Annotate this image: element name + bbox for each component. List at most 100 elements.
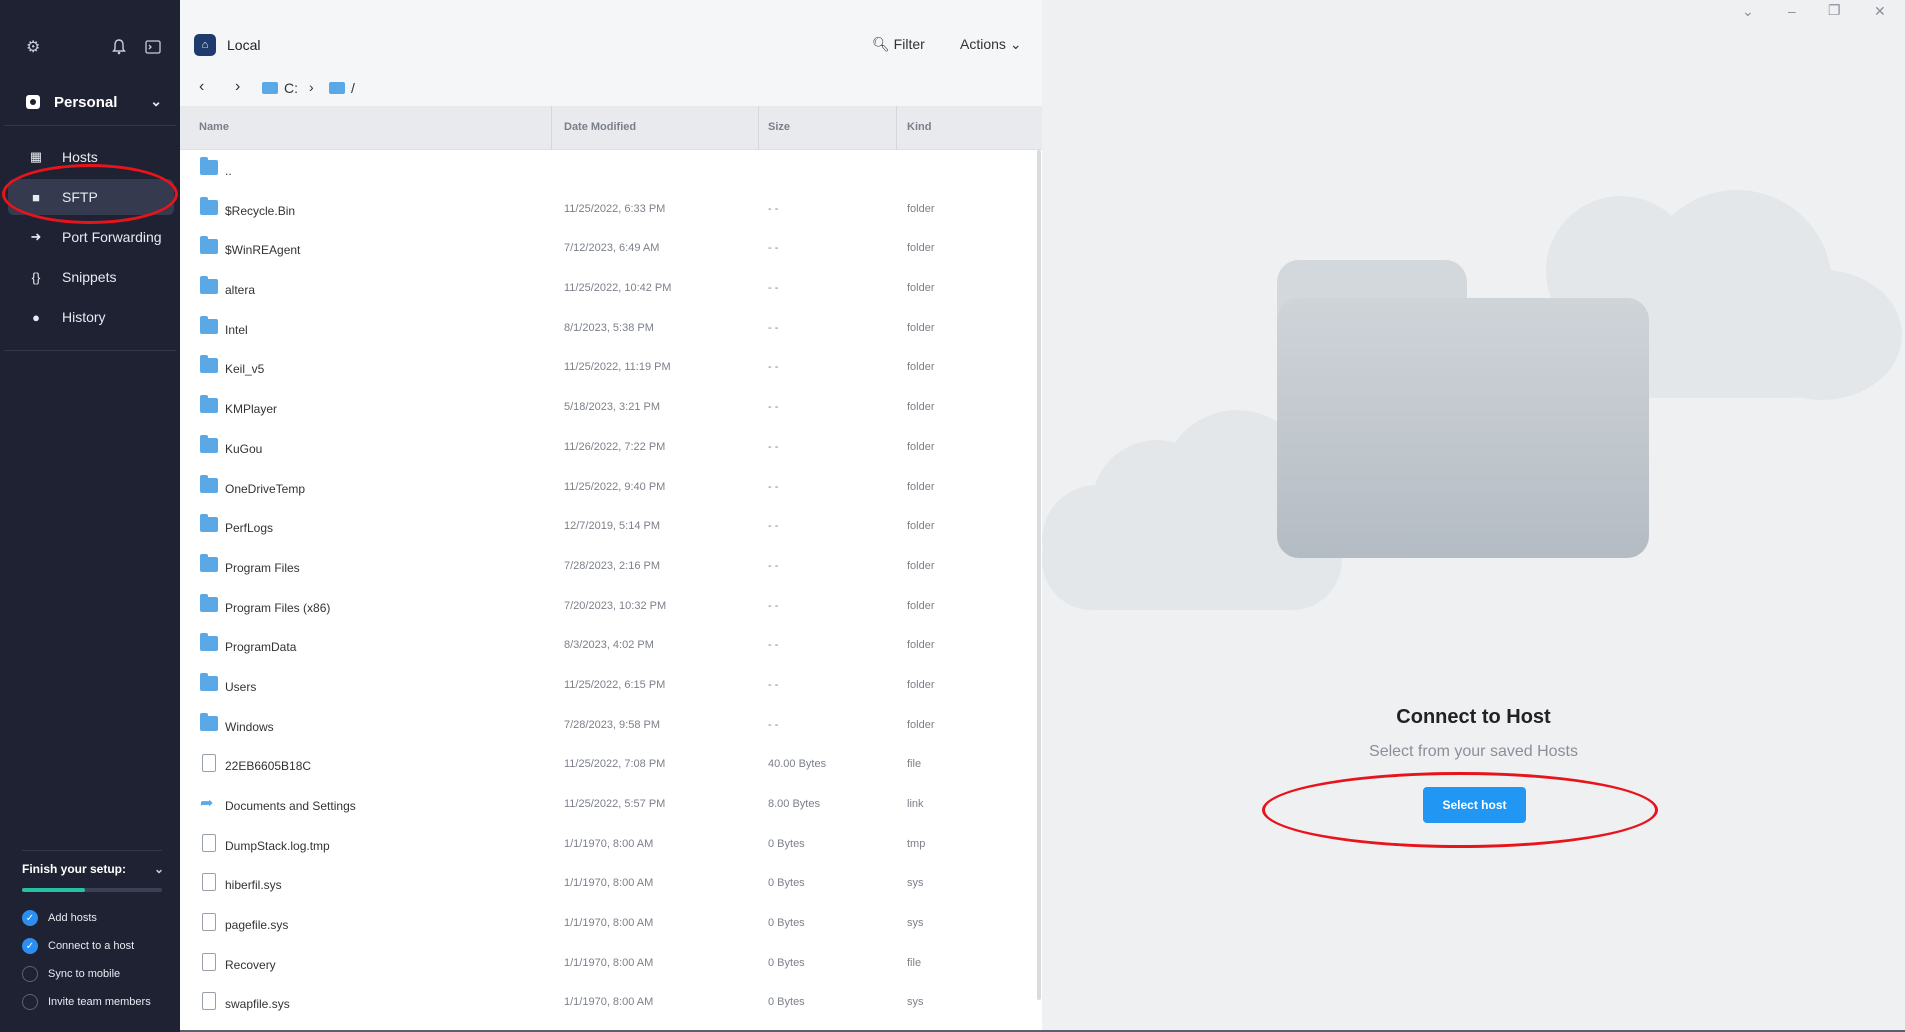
- setup-item-label: Invite team members: [48, 996, 151, 1008]
- check-icon: ✓: [22, 938, 38, 954]
- workspace-selector[interactable]: Personal ⌄: [8, 84, 172, 120]
- file-name: hiberfil.sys: [225, 878, 282, 893]
- filter-label: Filter: [893, 36, 925, 52]
- chevron-down-icon[interactable]: ⌄: [1742, 3, 1754, 20]
- search-icon: 🔍︎: [872, 36, 890, 52]
- file-size: - -: [768, 321, 779, 334]
- table-row[interactable]: pagefile.sys 1/1/1970, 8:00 AM 0 Bytes sys: [180, 904, 1042, 944]
- table-row[interactable]: hiberfil.sys 1/1/1970, 8:00 AM 0 Bytes sys: [180, 864, 1042, 904]
- table-row[interactable]: Program Files (x86) 7/20/2023, 10:32 PM - …: [180, 587, 1042, 627]
- connect-pane: ⌄ – ❐ ✕ Connect to Host Select from your…: [1042, 0, 1905, 1032]
- table-row[interactable]: swapfile.sys 1/1/1970, 8:00 AM 0 Bytes sys: [180, 983, 1042, 1023]
- sidebar-item-sftp[interactable]: ■ SFTP: [8, 179, 174, 215]
- file-size: - -: [768, 520, 779, 533]
- file-size: 0 Bytes: [768, 837, 805, 850]
- table-row[interactable]: Windows 7/28/2023, 9:58 PM - - folder: [180, 706, 1042, 746]
- actions-menu[interactable]: Actions ⌄: [960, 36, 1022, 53]
- select-host-button[interactable]: Select host: [1423, 787, 1526, 823]
- table-row[interactable]: DumpStack.log.tmp 1/1/1970, 8:00 AM 0 Byte…: [180, 825, 1042, 865]
- filter-button[interactable]: 🔍︎ Filter: [872, 36, 925, 53]
- bell-icon[interactable]: [112, 39, 126, 59]
- file-icon: [202, 913, 216, 932]
- table-row[interactable]: Intel 8/1/2023, 5:38 PM - - folder: [180, 309, 1042, 349]
- column-size[interactable]: Size: [768, 121, 790, 133]
- table-row[interactable]: $Recycle.Bin 11/25/2022, 6:33 PM - - folder: [180, 190, 1042, 230]
- file-date: 11/25/2022, 9:40 PM: [564, 480, 666, 493]
- connect-subtitle: Select from your saved Hosts: [1369, 743, 1578, 760]
- file-icon: [202, 833, 216, 852]
- connect-title: Connect to Host: [1396, 706, 1551, 728]
- table-row[interactable]: Users 11/25/2022, 6:15 PM - - folder: [180, 666, 1042, 706]
- check-icon: ✓: [22, 910, 38, 926]
- setup-item-label: Add hosts: [48, 912, 97, 924]
- file-size: 0 Bytes: [768, 917, 805, 930]
- setup-item-label: Connect to a host: [48, 940, 135, 952]
- setup-item-sync[interactable]: Sync to mobile: [22, 960, 162, 988]
- restore-icon[interactable]: ❐: [1828, 2, 1841, 19]
- sidebar-item-snippets[interactable]: {} Snippets: [8, 259, 174, 295]
- table-row[interactable]: ➦ Documents and Settings 11/25/2022, 5:57 …: [180, 785, 1042, 825]
- gear-icon[interactable]: ⚙: [26, 40, 40, 56]
- sidebar-item-history[interactable]: ● History: [8, 299, 174, 335]
- setup-title[interactable]: Finish your setup: ⌄: [22, 862, 164, 880]
- file-name: Recovery: [225, 957, 276, 972]
- table-row[interactable]: ProgramData 8/3/2023, 4:02 PM - - folder: [180, 626, 1042, 666]
- back-icon[interactable]: ‹: [199, 78, 204, 96]
- folder-icon: [262, 82, 278, 94]
- table-row[interactable]: Program Files 7/28/2023, 2:16 PM - - folder: [180, 547, 1042, 587]
- breadcrumb-drive[interactable]: C:: [262, 80, 298, 96]
- workspace-label: Personal: [54, 93, 118, 111]
- terminal-icon[interactable]: [145, 40, 161, 58]
- file-name: Windows: [225, 719, 274, 734]
- setup-checklist: Finish your setup: ⌄ ✓ Add hosts ✓ Conne…: [22, 862, 164, 1016]
- setup-item-add-hosts[interactable]: ✓ Add hosts: [22, 904, 162, 932]
- folder-icon: [200, 395, 218, 414]
- location-label[interactable]: Local: [227, 37, 260, 53]
- table-row[interactable]: $WinREAgent 7/12/2023, 6:49 AM - - folder: [180, 229, 1042, 269]
- table-row[interactable]: KMPlayer 5/18/2023, 3:21 PM - - folder: [180, 388, 1042, 428]
- scrollbar[interactable]: [1037, 150, 1041, 1000]
- table-row[interactable]: Keil_v5 11/25/2022, 11:19 PM - - folder: [180, 348, 1042, 388]
- minimize-icon[interactable]: –: [1788, 3, 1796, 19]
- forward-icon[interactable]: ›: [235, 78, 240, 96]
- file-name: OneDriveTemp: [225, 481, 306, 496]
- file-list: .. $Recycle.Bin 11/25/2022, 6:33 PM - - fold…: [180, 150, 1042, 1023]
- file-size: - -: [768, 639, 779, 652]
- table-row[interactable]: PerfLogs 12/7/2019, 5:14 PM - - folder: [180, 507, 1042, 547]
- table-row[interactable]: ..: [180, 150, 1042, 190]
- table-row[interactable]: KuGou 11/26/2022, 7:22 PM - - folder: [180, 428, 1042, 468]
- column-name[interactable]: Name: [199, 121, 229, 133]
- file-kind: folder: [907, 242, 935, 255]
- file-kind: folder: [907, 678, 935, 691]
- file-kind: link: [907, 798, 924, 810]
- breadcrumb-label: C:: [284, 80, 298, 96]
- sidebar-item-hosts[interactable]: ▦ Hosts: [8, 139, 174, 175]
- file-name: ..: [225, 164, 232, 178]
- file-name: pagefile.sys: [225, 918, 289, 933]
- column-kind[interactable]: Kind: [907, 121, 931, 133]
- app-window: ⚙ Personal ⌄ ▦ Hosts ■ SFTP ➜ Port Forwa…: [0, 0, 1905, 1032]
- close-icon[interactable]: ✕: [1874, 3, 1886, 20]
- column-separator[interactable]: [758, 106, 759, 150]
- file-date: 11/25/2022, 7:08 PM: [564, 758, 666, 771]
- table-row[interactable]: 22EB6605B18C 11/25/2022, 7:08 PM 40.00 Byt…: [180, 745, 1042, 785]
- breadcrumb-root[interactable]: /: [329, 80, 355, 96]
- folder-icon: ■: [32, 189, 40, 205]
- column-separator[interactable]: [551, 106, 552, 150]
- chevron-down-icon: ⌄: [150, 93, 162, 109]
- file-kind: folder: [907, 202, 935, 215]
- file-kind: folder: [907, 321, 935, 334]
- sidebar-item-port-forwarding[interactable]: ➜ Port Forwarding: [8, 219, 174, 255]
- file-browser: ⌂ Local 🔍︎ Filter Actions ⌄ ‹ › C: › / N…: [180, 0, 1042, 1032]
- table-row[interactable]: OneDriveTemp 11/25/2022, 9:40 PM - - folder: [180, 468, 1042, 508]
- column-separator[interactable]: [896, 106, 897, 150]
- setup-item-invite[interactable]: Invite team members: [22, 988, 162, 1016]
- file-date: 11/25/2022, 6:33 PM: [564, 202, 666, 215]
- file-date: 11/25/2022, 11:19 PM: [564, 361, 671, 374]
- table-row[interactable]: Recovery 1/1/1970, 8:00 AM 0 Bytes file: [180, 944, 1042, 984]
- column-date[interactable]: Date Modified: [564, 121, 636, 133]
- setup-item-connect[interactable]: ✓ Connect to a host: [22, 932, 162, 960]
- table-row[interactable]: altera 11/25/2022, 10:42 PM - - folder: [180, 269, 1042, 309]
- file-kind: tmp: [907, 837, 926, 850]
- file-date: 7/20/2023, 10:32 PM: [564, 599, 667, 612]
